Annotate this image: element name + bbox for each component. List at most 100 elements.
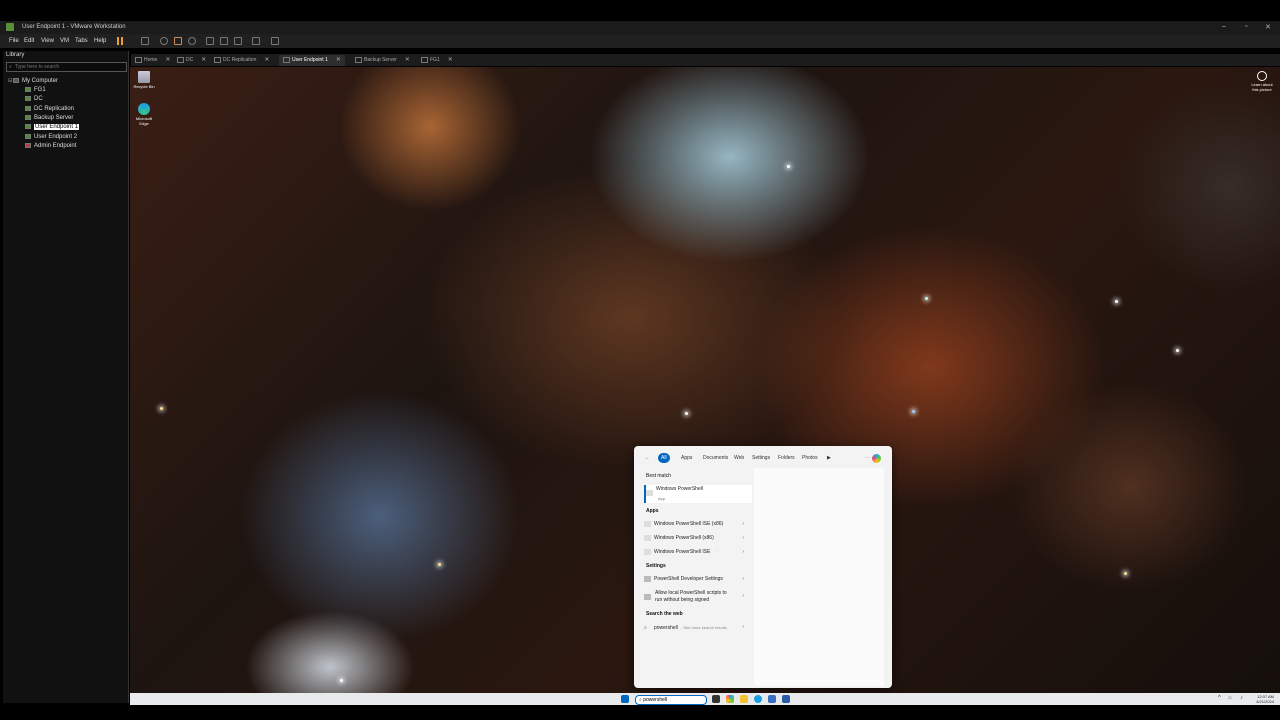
menu-tabs[interactable]: Tabs — [75, 38, 88, 44]
minimize-icon[interactable]: – — [1222, 23, 1226, 30]
chevron-right-icon[interactable]: › — [742, 622, 744, 633]
star-decoration — [685, 412, 688, 415]
taskbar-search-input[interactable] — [643, 696, 699, 704]
task-view-icon[interactable] — [712, 695, 720, 703]
menu-vm[interactable]: VM — [60, 38, 69, 44]
filter-web[interactable]: Web — [731, 453, 747, 463]
desktop-icon-recycle-bin[interactable]: Recycle Bin — [132, 71, 156, 89]
powershell-ise-icon — [644, 548, 651, 555]
network-icon[interactable]: ⌂ — [1228, 695, 1232, 701]
chevron-right-icon[interactable]: › — [742, 593, 744, 600]
star-decoration — [1124, 572, 1127, 575]
tree-root-my-computer[interactable]: ⊟ My Computer — [8, 77, 58, 86]
settings-result[interactable]: PowerShell Developer Settings › — [644, 574, 750, 585]
tab-dc-replication[interactable]: DC Replication ✕ — [214, 55, 269, 66]
chevron-right-icon[interactable]: › — [742, 533, 744, 544]
close-icon[interactable]: ✕ — [1265, 23, 1271, 31]
back-arrow-icon[interactable]: ← — [642, 453, 652, 463]
tab-backup-server[interactable]: Backup Server ✕ — [355, 55, 410, 66]
close-tab-icon[interactable]: ✕ — [165, 55, 170, 66]
taskbar-search-box[interactable]: ⌕ — [635, 695, 707, 705]
suspend-pause-icon[interactable] — [117, 37, 123, 45]
menu-edit[interactable]: Edit — [24, 38, 34, 44]
star-decoration — [340, 679, 343, 682]
tree-item-vm[interactable]: Admin Endpoint — [25, 142, 76, 151]
stretch-guest-icon[interactable] — [271, 37, 279, 45]
send-ctrl-alt-del-icon[interactable] — [141, 37, 149, 45]
close-tab-icon[interactable]: ✕ — [201, 55, 206, 66]
powershell-taskbar-icon[interactable] — [782, 695, 790, 703]
start-windows-icon[interactable] — [621, 695, 629, 703]
vm-running-icon — [25, 105, 31, 111]
tree-item-vm[interactable]: DC Replication — [25, 105, 74, 114]
chevron-right-icon[interactable]: › — [742, 547, 744, 558]
developer-settings-icon — [644, 594, 651, 600]
start-search-panel: ← All Apps Documents Web Settings Folder… — [634, 446, 892, 688]
app-result[interactable]: Windows PowerShell ISE › — [644, 547, 750, 558]
copilot-taskbar-icon[interactable] — [726, 695, 734, 703]
web-search-result[interactable]: ⌕ powershell - See more search results › — [644, 622, 750, 633]
full-screen-icon[interactable] — [234, 37, 242, 45]
tab-home[interactable]: Home ✕ — [135, 55, 170, 66]
taskbar-clock[interactable]: 12:07 AM 4/21/2024 — [1256, 694, 1274, 704]
vm-running-icon — [25, 86, 31, 92]
snapshot-icon[interactable] — [160, 37, 168, 45]
menu-file[interactable]: File — [9, 38, 19, 44]
settings-result[interactable]: Allow local PowerShell scripts to run wi… — [644, 590, 750, 606]
tree-item-vm[interactable]: User Endpoint 2 — [25, 133, 77, 142]
search-icon: ⌕ — [9, 64, 12, 70]
chevron-right-icon[interactable]: › — [742, 519, 744, 530]
close-tab-icon[interactable]: ✕ — [405, 55, 410, 66]
tree-item-vm-selected[interactable]: User Endpoint 1 — [25, 123, 80, 132]
tree-item-vm[interactable]: DC — [25, 95, 43, 104]
more-filters-icon[interactable]: ▶ — [824, 453, 834, 463]
app-result[interactable]: Windows PowerShell (x86) › — [644, 533, 750, 544]
revert-snapshot-icon[interactable] — [174, 37, 182, 45]
filter-all[interactable]: All — [658, 453, 670, 463]
filter-folders[interactable]: Folders — [775, 453, 798, 463]
vm-running-icon — [25, 114, 31, 120]
close-tab-icon[interactable]: ✕ — [336, 55, 341, 66]
tree-item-vm[interactable]: Backup Server — [25, 114, 73, 123]
star-decoration — [160, 407, 163, 410]
chevron-up-icon[interactable]: ^ — [1218, 695, 1221, 701]
filter-photos[interactable]: Photos — [799, 453, 821, 463]
chevron-right-icon[interactable]: › — [742, 574, 744, 585]
best-match-item[interactable]: Windows PowerShell App — [644, 485, 752, 503]
copilot-icon[interactable] — [872, 454, 881, 463]
recycle-bin-icon — [138, 71, 150, 83]
filter-documents[interactable]: Documents — [700, 453, 731, 463]
filter-apps[interactable]: Apps — [678, 453, 695, 463]
window-title: User Endpoint 1 - VMware Workstation — [22, 24, 126, 30]
thumbnail-bar-icon[interactable] — [220, 37, 228, 45]
snapshot-manager-icon[interactable] — [188, 37, 196, 45]
star-decoration — [787, 165, 790, 168]
vm-tab-icon — [421, 56, 428, 63]
close-tab-icon[interactable]: ✕ — [264, 55, 269, 66]
tree-item-vm[interactable]: FG1 — [25, 86, 46, 95]
library-search-input[interactable] — [7, 63, 115, 71]
console-view-icon[interactable] — [252, 37, 260, 45]
filter-settings[interactable]: Settings — [749, 453, 773, 463]
store-icon[interactable] — [768, 695, 776, 703]
vm-tab-bar: Home ✕ DC ✕ DC Replication ✕ User Endpoint … — [131, 54, 1280, 66]
library-search: ⌕ — [6, 62, 127, 72]
window-title-bar: User Endpoint 1 - VMware Workstation – ▫… — [0, 21, 1280, 34]
app-result[interactable]: Windows PowerShell ISE (x86) › — [644, 519, 750, 530]
desktop-icon-edge[interactable]: Microsoft Edge — [132, 103, 156, 126]
menu-help[interactable]: Help — [94, 38, 106, 44]
volume-icon[interactable]: ♪ — [1240, 695, 1243, 701]
home-icon — [135, 56, 142, 63]
star-decoration — [1176, 349, 1179, 352]
show-library-icon[interactable] — [206, 37, 214, 45]
edge-taskbar-icon[interactable] — [754, 695, 762, 703]
tab-dc[interactable]: DC ✕ — [177, 55, 206, 66]
file-explorer-icon[interactable] — [740, 695, 748, 703]
maximize-icon[interactable]: ▫ — [1245, 23, 1247, 30]
learn-about-picture[interactable]: Learn about this picture — [1248, 71, 1276, 92]
close-tab-icon[interactable]: ✕ — [448, 55, 453, 66]
tab-user-endpoint-1[interactable]: User Endpoint 1 ✕ — [279, 55, 345, 66]
tab-fg1[interactable]: FG1 ✕ — [421, 55, 453, 66]
apps-section-title: Apps — [646, 508, 659, 514]
menu-view[interactable]: View — [41, 38, 54, 44]
